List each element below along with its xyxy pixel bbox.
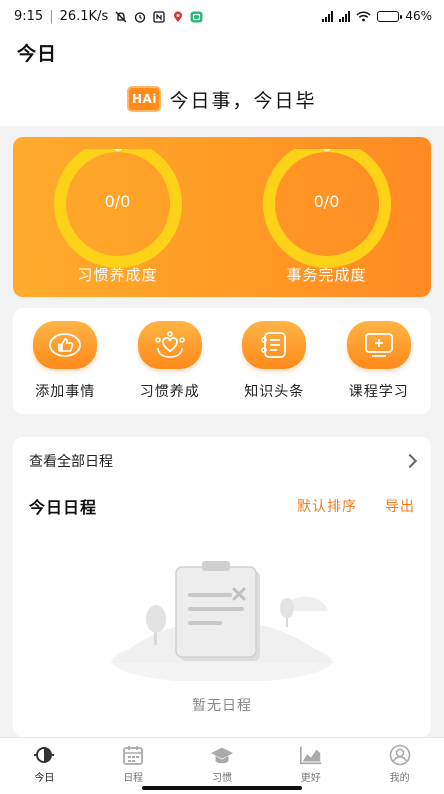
slogan-banner: HAi 今日事，今日毕: [0, 72, 444, 126]
empty-schedule-illustration: [110, 551, 334, 685]
status-bar: 9:15 | 26.1K/s 46%: [0, 0, 444, 32]
quick-actions: 添加事情 习惯养成 知识头条 课程学习: [13, 308, 431, 414]
knowledge-news-button[interactable]: 知识头条: [222, 308, 327, 414]
progress-card: 0/0 习惯养成度 0/0 事务完成度: [13, 137, 431, 297]
action-label: 课程学习: [348, 384, 409, 400]
progress-label: 习惯养成度: [77, 266, 158, 284]
alarm-icon: [133, 11, 146, 23]
page-title: 今日: [17, 42, 58, 65]
graduation-cap-icon: [210, 744, 234, 766]
today-schedule-header: 今日日程 默认排序 导出: [13, 489, 431, 523]
action-label: 习惯养成: [139, 384, 200, 400]
app-notification-icon: [190, 11, 203, 22]
heart-hands-icon: [137, 321, 202, 369]
progress-label: 事务完成度: [286, 266, 367, 284]
habit-progress[interactable]: 0/0 习惯养成度: [13, 137, 222, 297]
battery-icon: [377, 10, 403, 22]
wifi-icon: [356, 10, 371, 22]
nfc-icon: [152, 10, 165, 23]
action-label: 添加事情: [35, 384, 96, 400]
mute-bell-icon: [114, 11, 127, 22]
page-header: 今日: [0, 32, 444, 72]
calendar-icon: [121, 744, 145, 766]
slogan-text: 今日事，今日毕: [169, 89, 317, 112]
view-all-label: 查看全部日程: [29, 454, 113, 470]
home-indicator[interactable]: [142, 786, 302, 790]
nav-label: 我的: [389, 773, 410, 784]
profile-icon: [388, 744, 412, 766]
tab-profile[interactable]: 我的: [355, 738, 444, 794]
action-label: 知识头条: [244, 384, 305, 400]
nav-label: 今日: [34, 773, 55, 784]
progress-value: 0/0: [104, 191, 131, 211]
add-task-button[interactable]: 添加事情: [13, 308, 118, 414]
default-sort-button[interactable]: 默认排序: [297, 496, 357, 516]
thumbs-up-icon: [33, 321, 98, 369]
export-button[interactable]: 导出: [385, 496, 415, 516]
signal-icon: [339, 10, 351, 22]
today-schedule-title: 今日日程: [29, 498, 98, 517]
schedule-card: 查看全部日程 今日日程 默认排序 导出 暂无日程: [13, 437, 431, 737]
view-all-schedule-link[interactable]: 查看全部日程: [13, 437, 431, 485]
trend-chart-icon: [299, 744, 323, 766]
course-button[interactable]: 课程学习: [327, 308, 432, 414]
map-pin-icon: [171, 11, 184, 22]
empty-schedule-text: 暂无日程: [192, 698, 252, 714]
signal-icon: [322, 10, 334, 22]
news-list-icon: [242, 321, 307, 369]
progress-ring: 0/0: [51, 149, 185, 283]
nav-label: 习惯: [211, 773, 232, 784]
task-progress[interactable]: 0/0 事务完成度: [222, 137, 431, 297]
status-time: 9:15: [14, 8, 44, 24]
battery-level: 46%: [405, 9, 432, 23]
progress-value: 0/0: [313, 191, 340, 211]
habit-button[interactable]: 习惯养成: [118, 308, 223, 414]
course-screen-icon: [346, 321, 411, 369]
today-icon: [32, 744, 56, 766]
tab-today[interactable]: 今日: [0, 738, 89, 794]
network-speed: 26.1K/s: [59, 8, 109, 24]
chevron-right-icon: [402, 453, 418, 469]
progress-ring: 0/0: [260, 149, 394, 283]
nav-label: 日程: [123, 773, 144, 784]
app-logo: HAi: [127, 86, 162, 112]
nav-label: 更好: [300, 773, 321, 784]
